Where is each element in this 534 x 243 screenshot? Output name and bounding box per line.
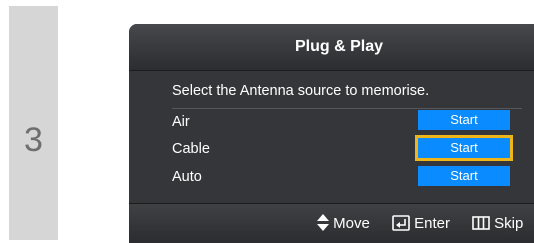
step-indicator: 3 xyxy=(9,6,58,240)
start-button-air[interactable]: Start xyxy=(418,110,510,130)
hint-enter-label: Enter xyxy=(414,215,451,232)
dialog-footer: Move Enter Skip xyxy=(129,203,534,243)
hint-skip-label: Skip xyxy=(494,215,524,232)
dialog-body: Select the Antenna source to memorise. A… xyxy=(129,71,534,202)
start-button-auto[interactable]: Start xyxy=(418,166,510,186)
hint-move-label: Move xyxy=(333,215,370,232)
hint-skip: Skip xyxy=(472,214,523,234)
hint-enter: Enter xyxy=(392,214,450,234)
source-label-air: Air xyxy=(172,114,190,130)
hint-move: Move xyxy=(317,214,370,234)
instruction-text: Select the Antenna source to memorise. xyxy=(172,83,430,99)
step-number: 3 xyxy=(24,121,43,159)
enter-icon xyxy=(392,215,410,231)
up-down-arrow-icon xyxy=(317,214,329,231)
start-button-cable[interactable]: Start xyxy=(415,135,513,161)
source-label-auto: Auto xyxy=(172,169,202,185)
dialog-title: Plug & Play xyxy=(294,38,384,55)
source-label-cable: Cable xyxy=(172,141,210,157)
plug-and-play-dialog: Plug & Play Select the Antenna source to… xyxy=(129,24,534,243)
divider xyxy=(172,108,522,109)
dialog-header: Plug & Play xyxy=(129,24,534,71)
skip-icon xyxy=(472,216,490,230)
